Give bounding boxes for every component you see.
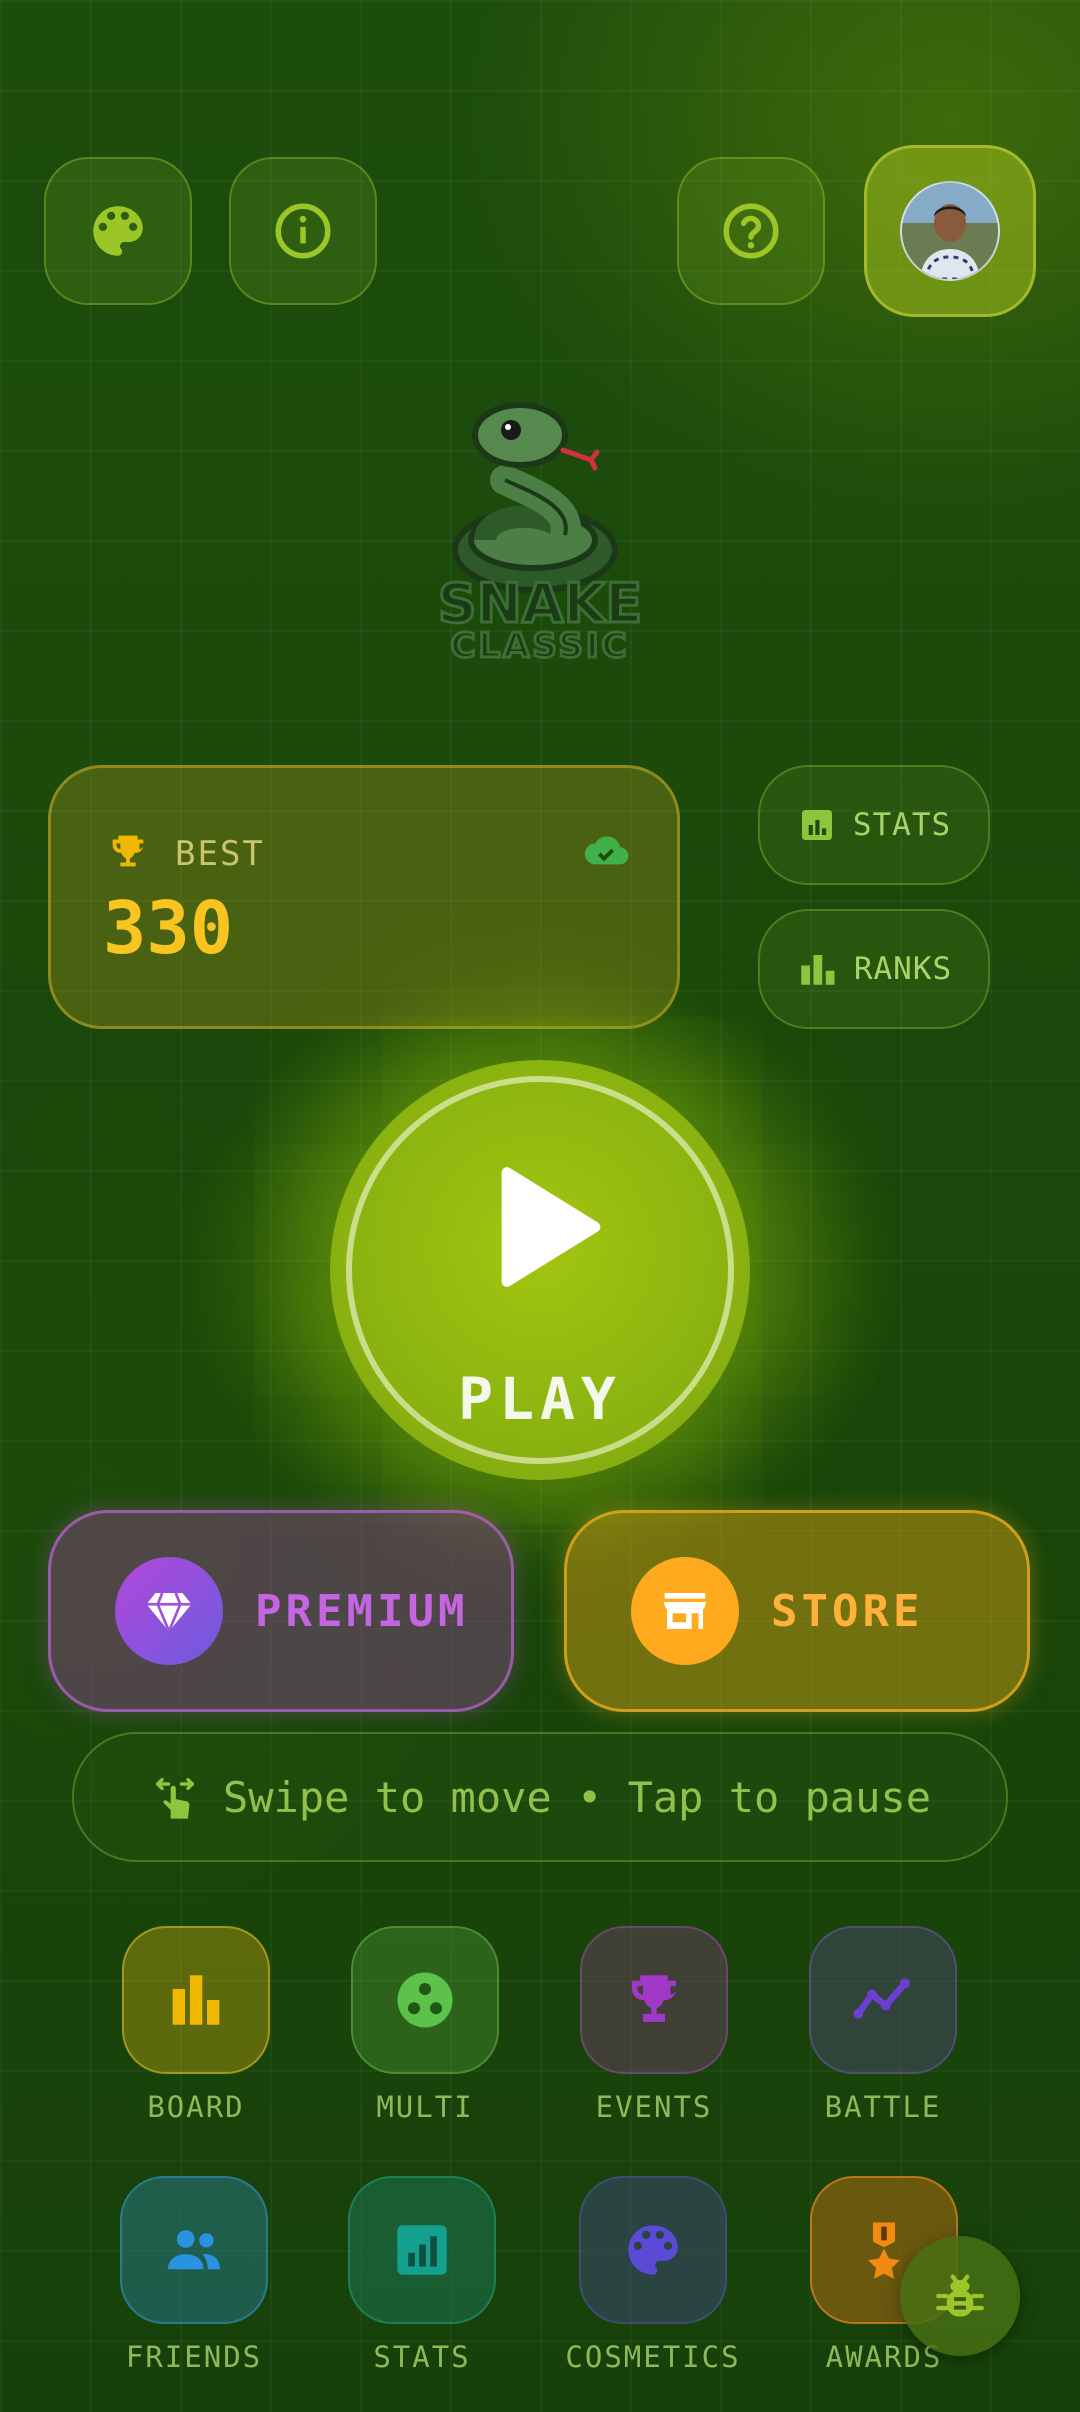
ranks-button-label: RANKS	[853, 951, 953, 987]
trophy-icon	[112, 835, 144, 867]
play-label: PLAY	[458, 1365, 622, 1433]
battle-button[interactable]	[809, 1926, 957, 2074]
stats-grid-label: STATS	[373, 2340, 471, 2374]
multi-button[interactable]	[351, 1926, 499, 2074]
stats-button-label: STATS	[852, 807, 952, 843]
game-logo: SNAKE CLASSIC	[415, 400, 665, 680]
stats-icon	[801, 810, 832, 840]
swipe-icon	[155, 1777, 195, 1819]
events-button[interactable]	[580, 1926, 728, 2074]
bar-chart-icon	[172, 1975, 220, 2025]
board-label: BOARD	[147, 2090, 245, 2124]
premium-label: PREMIUM	[255, 1585, 469, 1637]
help-icon	[723, 203, 779, 259]
best-score-value: 330	[103, 886, 234, 970]
ranks-button[interactable]: RANKS	[758, 909, 990, 1029]
best-label: BEST	[175, 834, 265, 874]
avatar	[900, 181, 1000, 281]
battle-label: BATTLE	[824, 2090, 942, 2124]
store-icon	[631, 1557, 739, 1665]
friends-button[interactable]	[120, 2176, 268, 2324]
hint-text: Swipe to move • Tap to pause	[222, 1772, 931, 1822]
people-icon	[167, 2230, 221, 2270]
multiplayer-icon	[397, 1972, 453, 2028]
info-button[interactable]	[229, 157, 377, 305]
palette-icon	[628, 2225, 678, 2275]
cosmetics-button[interactable]	[579, 2176, 727, 2324]
palette-icon	[93, 206, 143, 256]
events-label: EVENTS	[595, 2090, 713, 2124]
premium-button[interactable]: PREMIUM	[48, 1510, 514, 1712]
board-button[interactable]	[122, 1926, 270, 2074]
trophy-icon	[632, 1975, 676, 2022]
snake-icon	[452, 402, 618, 593]
cosmetics-label: COSMETICS	[565, 2340, 741, 2374]
diamond-icon	[115, 1557, 223, 1665]
best-score-card: BEST 330	[48, 765, 680, 1029]
friends-label: FRIENDS	[125, 2340, 263, 2374]
info-icon	[275, 203, 331, 259]
line-chart-icon	[853, 1978, 910, 2019]
store-button[interactable]: STORE	[564, 1510, 1030, 1712]
bug-icon	[936, 2274, 984, 2317]
store-label: STORE	[771, 1585, 924, 1637]
stats-grid-button[interactable]	[348, 2176, 496, 2324]
stats-icon	[397, 2225, 447, 2275]
bar-chart-icon	[801, 955, 835, 985]
controls-hint: Swipe to move • Tap to pause	[72, 1732, 1008, 1862]
play-button[interactable]: PLAY	[330, 1060, 750, 1480]
play-icon	[501, 1167, 601, 1287]
help-button[interactable]	[677, 157, 825, 305]
multi-label: MULTI	[376, 2090, 474, 2124]
logo-subtitle: CLASSIC	[449, 625, 630, 668]
theme-button[interactable]	[44, 157, 192, 305]
stats-button[interactable]: STATS	[758, 765, 990, 885]
profile-button[interactable]	[864, 145, 1036, 317]
cloud-check-icon	[584, 836, 629, 865]
bug-report-button[interactable]	[900, 2236, 1020, 2356]
